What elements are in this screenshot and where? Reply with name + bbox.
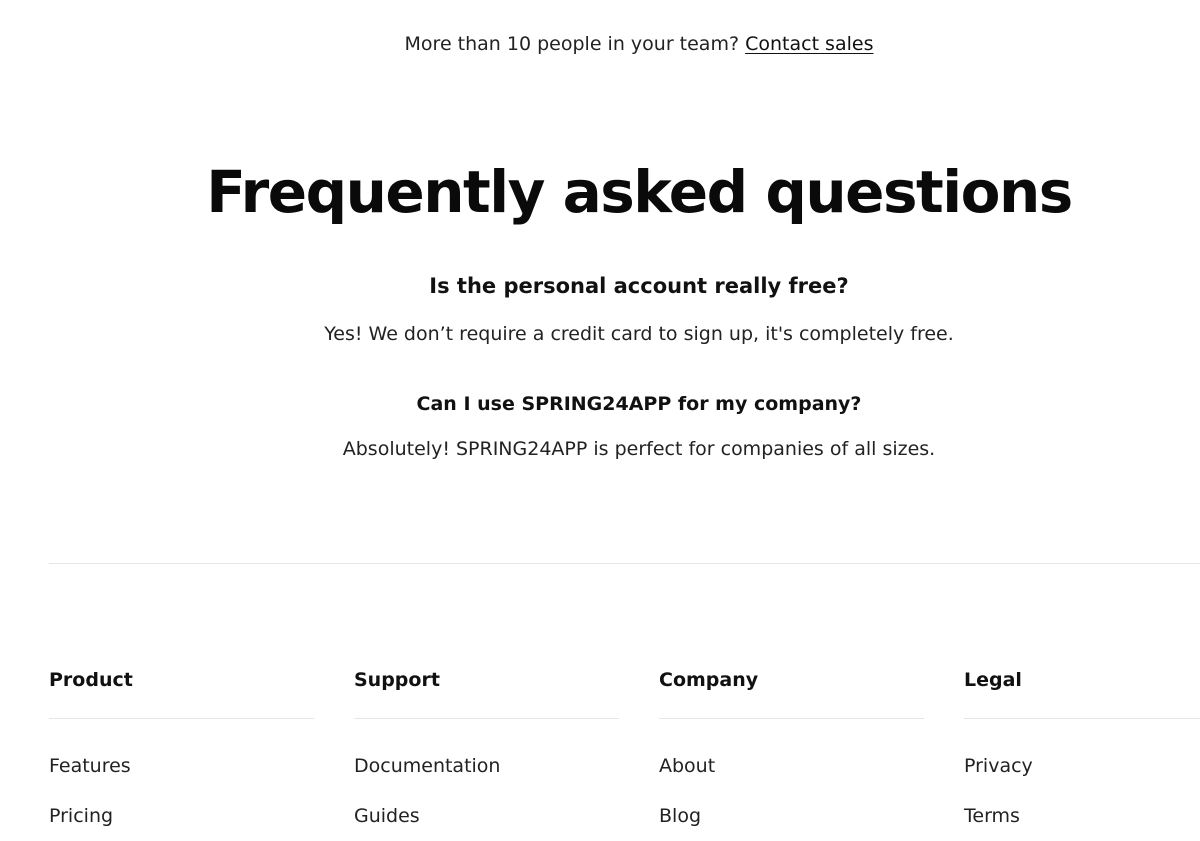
footer-heading-rule	[964, 718, 1200, 719]
footer-heading-support: Support	[354, 669, 440, 691]
footer-links-support: Documentation Guides	[354, 753, 619, 841]
footer-heading-rule	[659, 718, 924, 719]
footer-links-company: About Blog	[659, 753, 924, 841]
footer-links-product: Features Pricing	[49, 753, 314, 841]
footer-divider	[49, 563, 1200, 564]
footer-link-privacy[interactable]: Privacy	[964, 755, 1033, 777]
footer-link-item: Documentation	[354, 753, 619, 803]
footer-heading-legal: Legal	[964, 669, 1022, 691]
footer-link-item: Pricing	[49, 803, 314, 841]
faq-question-company-use: Can I use SPRING24APP for my company?	[416, 393, 862, 415]
footer-link-about[interactable]: About	[659, 755, 715, 777]
footer-link-features[interactable]: Features	[49, 755, 131, 777]
footer-column-support: Support Documentation Guides	[354, 667, 619, 841]
footer-column-company: Company About Blog	[659, 667, 924, 841]
footer-link-documentation[interactable]: Documentation	[354, 755, 500, 777]
footer-link-guides[interactable]: Guides	[354, 805, 420, 827]
pricing-page-bottom: More than 10 people in your team? Contac…	[0, 0, 1200, 841]
footer-heading-rule	[354, 718, 619, 719]
footer-link-item: Blog	[659, 803, 924, 841]
footer-link-item: About	[659, 753, 924, 803]
footer-heading-product: Product	[49, 669, 133, 691]
footer-link-item: Privacy	[964, 753, 1200, 803]
footer-heading-company: Company	[659, 669, 759, 691]
team-size-note: More than 10 people in your team? Contac…	[0, 31, 1200, 57]
contact-sales-link[interactable]: Contact sales	[745, 33, 873, 55]
footer-links-legal: Privacy Terms	[964, 753, 1200, 841]
footer-link-blog[interactable]: Blog	[659, 805, 701, 827]
footer-column-product: Product Features Pricing	[49, 667, 314, 841]
footer-link-item: Terms	[964, 803, 1200, 841]
team-size-text: More than 10 people in your team?	[404, 33, 746, 55]
footer-link-item: Features	[49, 753, 314, 803]
footer-column-legal: Legal Privacy Terms	[964, 667, 1200, 841]
faq-answer-company-use: Absolutely! SPRING24APP is perfect for c…	[342, 438, 936, 460]
faq-answer-free-account: Yes! We don’t require a credit card to s…	[324, 323, 954, 345]
footer-link-item: Guides	[354, 803, 619, 841]
footer-link-pricing[interactable]: Pricing	[49, 805, 113, 827]
footer-link-terms[interactable]: Terms	[964, 805, 1020, 827]
faq-title: Frequently asked questions	[206, 158, 1073, 226]
faq-question-free-account: Is the personal account really free?	[429, 274, 849, 298]
footer-heading-rule	[49, 718, 314, 719]
